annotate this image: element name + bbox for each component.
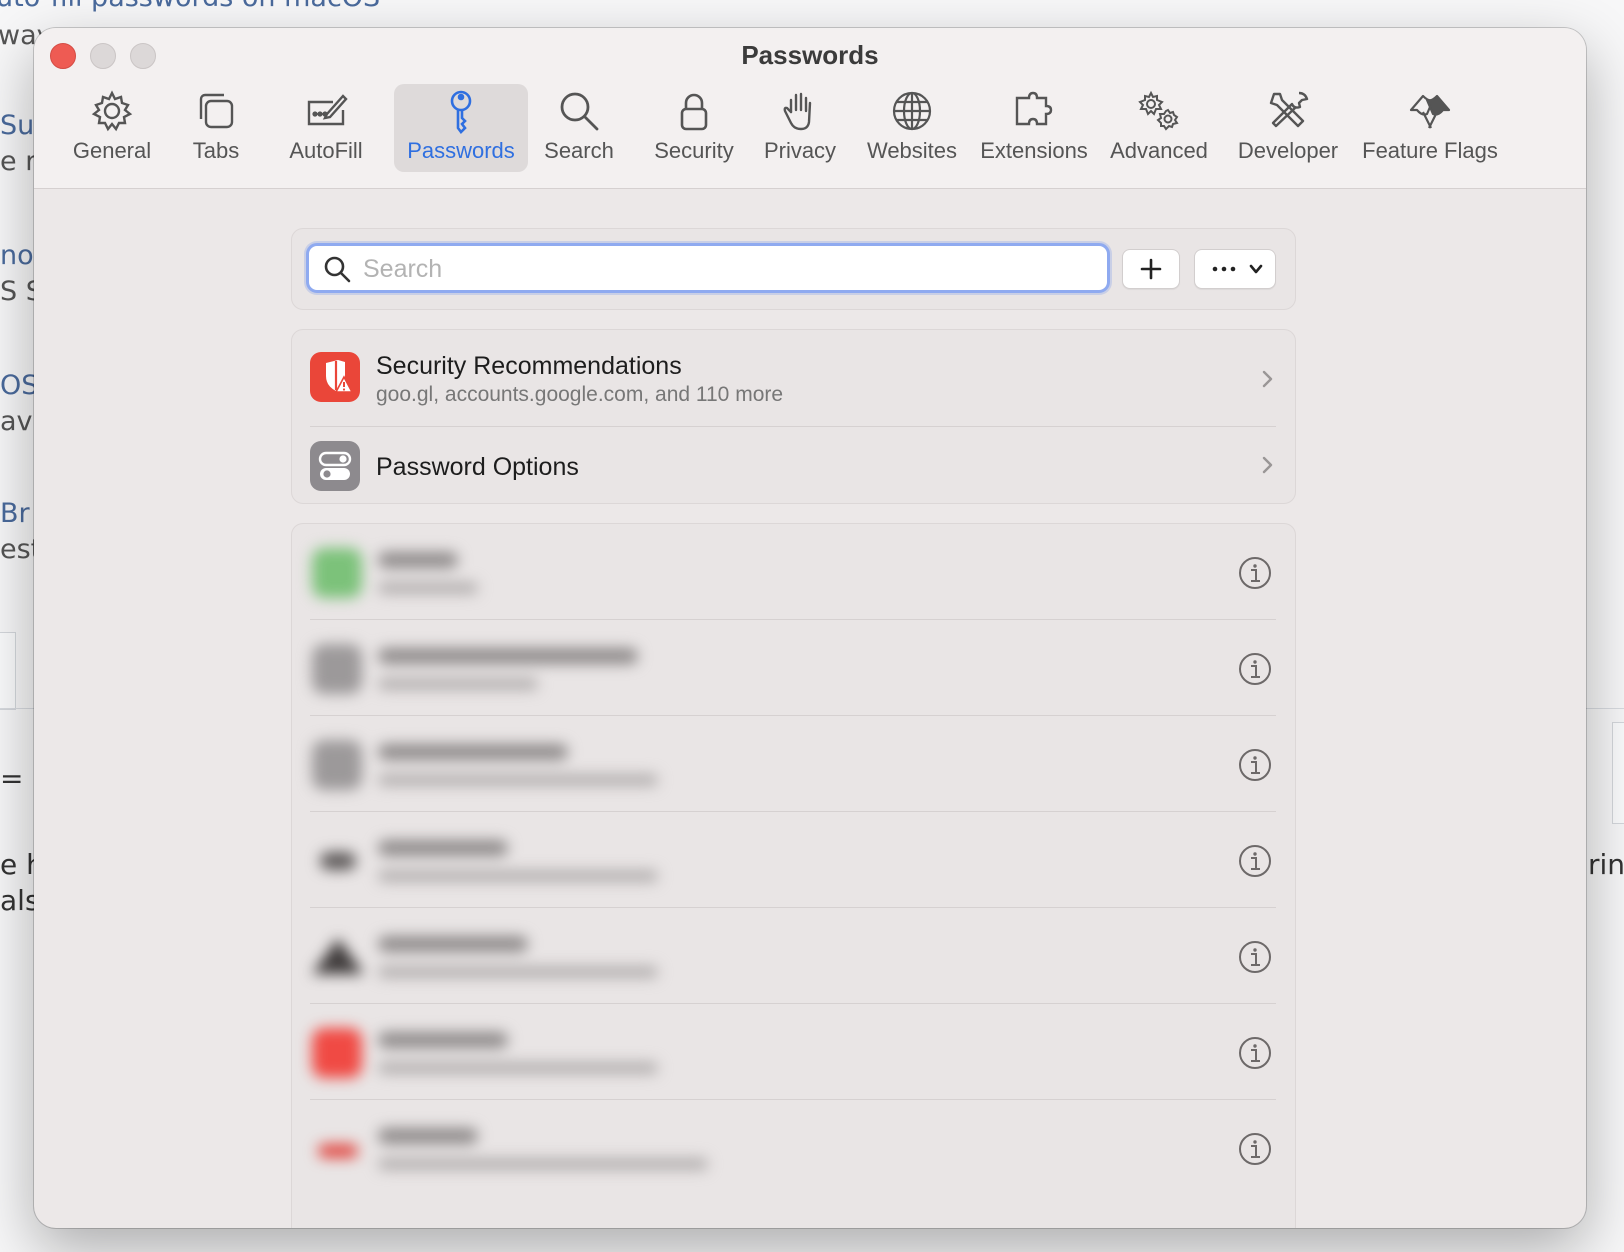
tabs-icon (193, 88, 239, 134)
chevron-right-icon (1258, 454, 1276, 476)
search-panel (291, 228, 1296, 310)
tab-security[interactable]: Security (634, 84, 754, 172)
puzzle-icon (1011, 88, 1057, 134)
password-entry[interactable] (292, 908, 1295, 1004)
search-field[interactable] (306, 243, 1110, 293)
info-icon[interactable] (1238, 1036, 1272, 1070)
info-icon[interactable] (1238, 844, 1272, 878)
search-icon (323, 255, 351, 283)
add-password-button[interactable] (1122, 249, 1180, 289)
bg-link: Su (0, 110, 35, 141)
blurred-entry-content (306, 1108, 756, 1188)
tab-websites[interactable]: Websites (854, 84, 970, 172)
lock-icon (671, 88, 717, 134)
bg-link: Br (0, 498, 30, 529)
tab-search[interactable]: Search (534, 84, 624, 172)
tools-icon (1265, 88, 1311, 134)
tab-label: Search (544, 138, 614, 163)
tab-label: General (72, 138, 152, 163)
tab-extensions[interactable]: Extensions (972, 84, 1096, 172)
password-settings-panel: Security Recommendations goo.gl, account… (291, 329, 1296, 504)
more-options-button[interactable] (1194, 249, 1276, 289)
gear-icon (89, 88, 135, 134)
flags-icon (1407, 88, 1453, 134)
search-input[interactable] (361, 246, 1095, 292)
bg-link: no (0, 240, 34, 271)
bg-menu-glyph: = (0, 762, 24, 795)
window-title: Passwords (741, 40, 879, 70)
tab-label: Extensions (980, 138, 1088, 163)
gears-icon (1136, 88, 1182, 134)
tab-label: Developer (1237, 138, 1339, 163)
bg-text: rin (1588, 848, 1624, 881)
tab-passwords[interactable]: Passwords (394, 84, 528, 172)
info-icon[interactable] (1238, 748, 1272, 782)
key-icon (438, 88, 484, 134)
blurred-entry-content (306, 628, 756, 708)
security-recommendations-row[interactable]: Security Recommendations goo.gl, account… (292, 330, 1295, 427)
password-list (291, 523, 1296, 1228)
info-icon[interactable] (1238, 940, 1272, 974)
shield-warning-icon (310, 352, 360, 402)
tab-label: Tabs (192, 138, 240, 163)
tab-feature-flags[interactable]: Feature Flags (1352, 84, 1508, 172)
tab-developer[interactable]: Developer (1228, 84, 1348, 172)
password-entry[interactable] (292, 1100, 1295, 1196)
blurred-entry-content (306, 532, 756, 612)
toggles-icon (310, 441, 360, 491)
blurred-entry-content (306, 820, 756, 900)
tab-advanced[interactable]: Advanced (1100, 84, 1218, 172)
tab-tabs[interactable]: Tabs (176, 84, 256, 172)
blurred-entry-content (306, 916, 756, 996)
bg-link: OS (0, 370, 39, 401)
password-entry[interactable] (292, 524, 1295, 620)
info-icon[interactable] (1238, 652, 1272, 686)
plus-icon (1140, 258, 1162, 280)
password-entry[interactable] (292, 1004, 1295, 1100)
hand-icon (777, 88, 823, 134)
titlebar: Passwords General Tabs AutoFill Password… (34, 28, 1586, 189)
bg-box (1612, 722, 1624, 824)
tab-autofill[interactable]: AutoFill (276, 84, 376, 172)
settings-window: Passwords General Tabs AutoFill Password… (34, 28, 1586, 1228)
chevron-right-icon (1258, 368, 1276, 390)
bg-article-title: uto-fill passwords on macOS (0, 0, 380, 13)
globe-icon (889, 88, 935, 134)
row-subtitle: goo.gl, accounts.google.com, and 110 mor… (376, 383, 784, 406)
tab-label: Security (654, 138, 734, 163)
bg-box (0, 632, 16, 710)
row-title: Security Recommendations (376, 352, 682, 380)
tab-label: Websites (866, 138, 958, 163)
tab-label: Feature Flags (1362, 138, 1498, 163)
tab-label: Advanced (1110, 138, 1208, 163)
row-title: Password Options (376, 453, 579, 481)
ellipsis-chevron-icon (1212, 264, 1263, 274)
tab-label: Passwords (407, 138, 515, 163)
password-entry[interactable] (292, 812, 1295, 908)
password-entry[interactable] (292, 716, 1295, 812)
magnifier-icon (556, 88, 602, 134)
tab-privacy[interactable]: Privacy (748, 84, 852, 172)
info-icon[interactable] (1238, 1132, 1272, 1166)
blurred-entry-content (306, 1012, 756, 1092)
password-options-row[interactable]: Password Options (292, 427, 1295, 503)
tab-label: AutoFill (289, 138, 363, 163)
autofill-pencil-icon (303, 88, 349, 134)
blurred-entry-content (306, 724, 756, 804)
tab-general[interactable]: General (62, 84, 162, 172)
tab-label: Privacy (763, 138, 837, 163)
password-entry[interactable] (292, 620, 1295, 716)
info-icon[interactable] (1238, 556, 1272, 590)
